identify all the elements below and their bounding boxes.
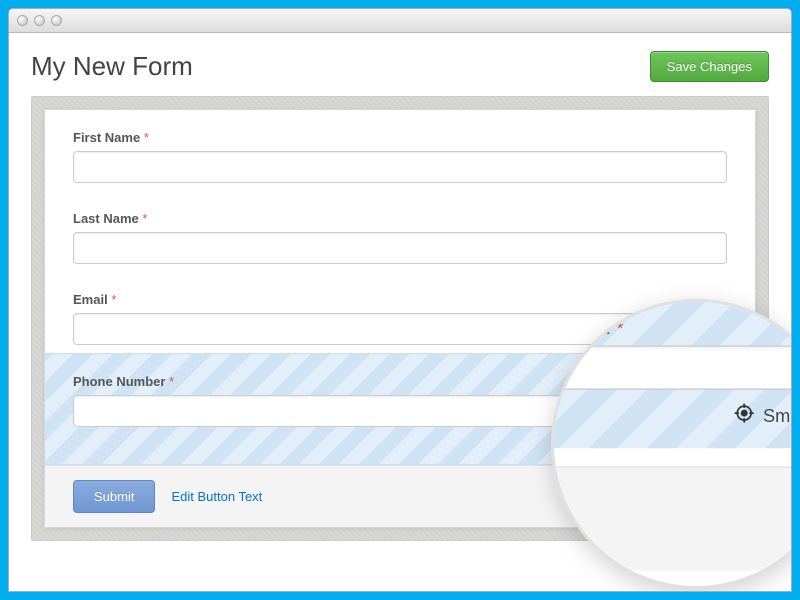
- required-marker: *: [144, 130, 149, 145]
- first-name-input[interactable]: [73, 151, 727, 183]
- page-content: My New Form Save Changes First Name * La…: [9, 33, 791, 541]
- form-canvas: First Name * Last Name * Email *: [31, 96, 769, 541]
- target-icon: [642, 436, 656, 450]
- save-changes-button[interactable]: Save Changes: [650, 51, 769, 82]
- close-icon[interactable]: [17, 15, 28, 26]
- label-text: Email: [73, 292, 108, 307]
- required-marker: *: [111, 292, 116, 307]
- first-name-label: First Name *: [73, 130, 727, 145]
- smart-field-label: Smart Field: [661, 435, 727, 450]
- browser-window: My New Form Save Changes First Name * La…: [8, 8, 792, 592]
- label-text: Phone Number: [73, 374, 165, 389]
- submit-button[interactable]: Submit: [73, 480, 155, 513]
- last-name-label: Last Name *: [73, 211, 727, 226]
- field-first-name[interactable]: First Name *: [45, 110, 755, 191]
- field-last-name[interactable]: Last Name *: [45, 191, 755, 272]
- label-text: Last Name: [73, 211, 139, 226]
- minimize-icon[interactable]: [34, 15, 45, 26]
- form-panel: First Name * Last Name * Email *: [44, 109, 756, 528]
- email-label: Email *: [73, 292, 727, 307]
- smart-field-tag[interactable]: Smart Field: [73, 435, 727, 450]
- phone-input[interactable]: [73, 395, 727, 427]
- last-name-input[interactable]: [73, 232, 727, 264]
- field-phone-number[interactable]: Phone Number * Smart Field: [45, 353, 755, 465]
- email-input[interactable]: [73, 313, 727, 345]
- label-text: First Name: [73, 130, 140, 145]
- edit-button-text-link[interactable]: Edit Button Text: [171, 489, 262, 504]
- zoom-icon[interactable]: [51, 15, 62, 26]
- page-title: My New Form: [31, 51, 193, 82]
- required-marker: *: [169, 374, 174, 389]
- field-email[interactable]: Email *: [45, 272, 755, 353]
- required-marker: *: [142, 211, 147, 226]
- window-titlebar: [9, 9, 791, 33]
- phone-label: Phone Number *: [73, 374, 727, 389]
- form-footer: Submit Edit Button Text: [45, 465, 755, 527]
